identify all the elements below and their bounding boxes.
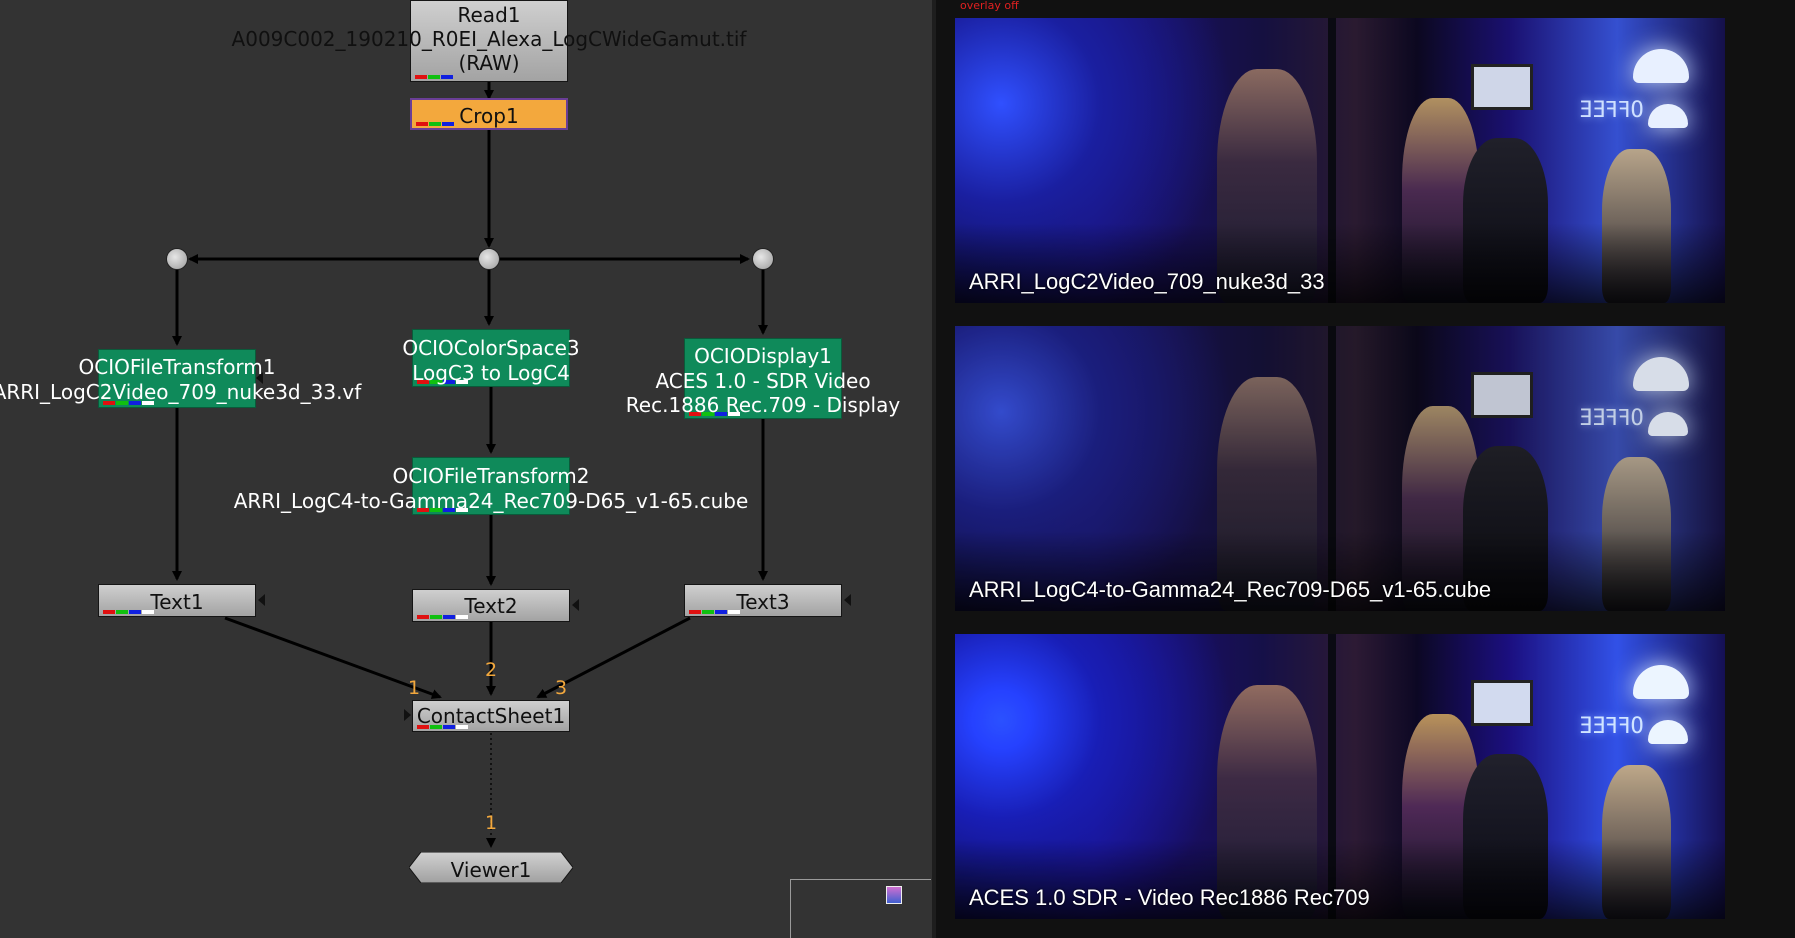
ocio-file-transform1-file: ARRI_LogC2Video_709_nuke3d_33.vf [0,380,362,404]
overlay-status-text: overlay off [960,0,1019,12]
mask-input-arrow [572,599,579,611]
ocio-display-line2: Rec.1886 Rec.709 - Display [625,393,901,417]
ocio-file-transform1-title: OCIOFileTransform1 [78,355,276,379]
dot-node-left[interactable] [166,248,188,270]
channel-indicator [689,610,740,614]
dot-node-right[interactable] [752,248,774,270]
viewer-node-title: Viewer1 [450,858,532,882]
contact-sheet-input-2-number: 2 [484,659,498,681]
ocio-colorspace-detail: LogC3 to LogC4 [412,361,570,385]
read-node-title: Read1 [457,3,521,27]
contact-sheet-frame-1: ƎƎꟻꟻO ARRI_LogC2Video_709_nuke3d_33 [955,18,1725,303]
bar-scene-image: ƎƎꟻꟻO [955,18,1725,303]
node-graph-panel[interactable]: Read1 A009C002_190210_R0EI_Alexa_LogCWid… [0,0,932,938]
neon-sign: ƎƎꟻꟻO [1578,97,1644,123]
channel-indicator [416,122,454,126]
neon-sign: ƎƎꟻꟻO [1578,713,1644,739]
crop-node-title: Crop1 [459,104,519,128]
navigator-minimap[interactable] [790,879,931,938]
text3-title: Text3 [736,590,790,614]
mask-input-arrow [844,594,851,606]
frame-3-caption: ACES 1.0 SDR - Video Rec1886 Rec709 [969,885,1370,910]
contact-sheet-input-1-number: 1 [407,677,421,699]
read-node-file: A009C002_190210_R0EI_Alexa_LogCWideGamut… [231,27,747,51]
ocio-display-line1: ACES 1.0 - SDR Video [655,369,871,393]
channel-indicator [103,610,154,614]
text1-title: Text1 [150,590,204,614]
contact-sheet-title: ContactSheet1 [416,704,566,728]
mask-input-arrow [258,594,265,606]
mask-input-arrow [404,709,411,721]
minimap-thumbnail-icon [886,886,902,904]
neon-sign: ƎƎꟻꟻO [1578,405,1644,431]
bar-scene-image: ƎƎꟻꟻO [955,326,1725,611]
frame-2-caption: ARRI_LogC4-to-Gamma24_Rec709-D65_v1-65.c… [969,577,1492,602]
ocio-display-title: OCIODisplay1 [694,344,832,368]
ocio-file-transform2-file: ARRI_LogC4-to-Gamma24_Rec709-D65_v1-65.c… [233,489,749,513]
bar-scene-image: ƎƎꟻꟻO [955,634,1725,919]
contact-sheet-input-3-number: 3 [554,677,568,699]
dot-node-center[interactable] [478,248,500,270]
channel-indicator [417,615,468,619]
ocio-colorspace-title: OCIOColorSpace3 [402,336,580,360]
viewer-panel[interactable]: overlay off ƎƎꟻꟻO ARRI_LogC2Video_709_nu… [936,0,1795,938]
ocio-file-transform2-title: OCIOFileTransform2 [392,464,590,488]
frame-1-caption: ARRI_LogC2Video_709_nuke3d_33 [969,269,1325,294]
contact-sheet-frame-2: ƎƎꟻꟻO ARRI_LogC4-to-Gamma24_Rec709-D65_v… [955,326,1725,611]
read-node-mode: (RAW) [458,51,520,75]
viewer-input-1-number: 1 [484,812,498,834]
text2-title: Text2 [464,594,518,618]
channel-indicator [415,75,453,79]
contact-sheet-frame-3: ƎƎꟻꟻO ACES 1.0 SDR - Video Rec1886 Rec70… [955,634,1725,919]
